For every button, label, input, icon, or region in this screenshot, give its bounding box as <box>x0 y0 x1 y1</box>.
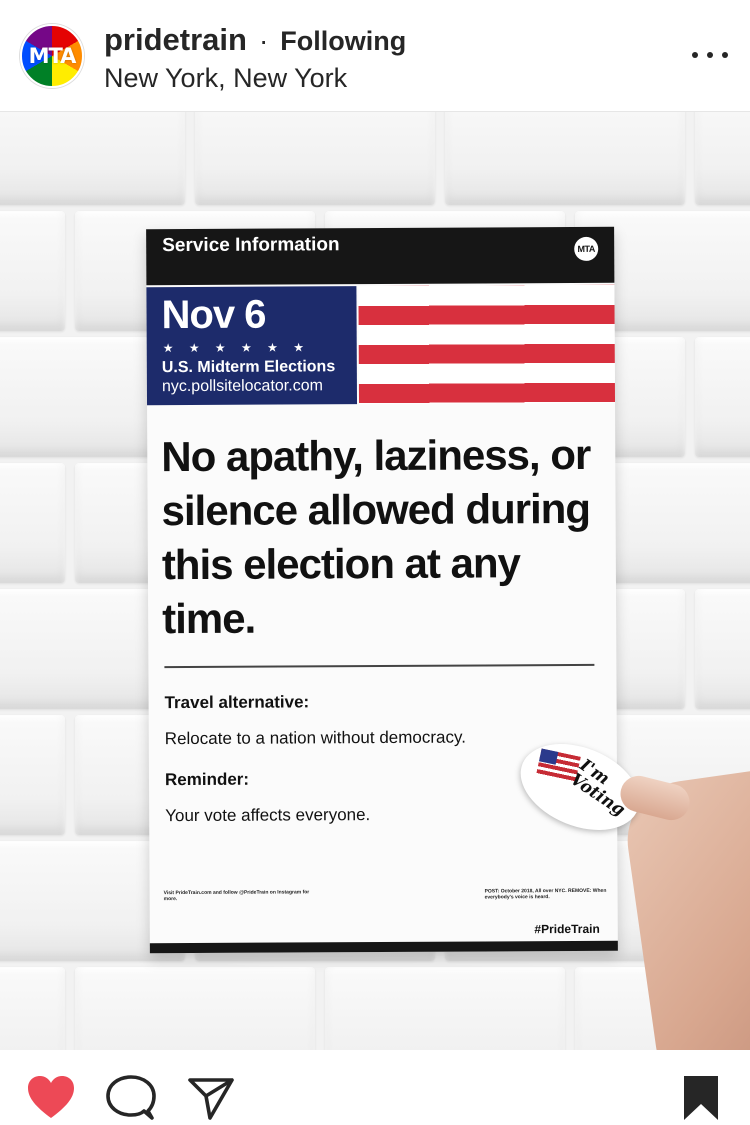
wall-tile <box>0 463 65 583</box>
post-photo[interactable]: Service Information MTA Nov 6 ★ ★ ★ ★ ★ … <box>0 112 750 1050</box>
paper-plane-icon[interactable] <box>186 1074 236 1122</box>
poster-url: nyc.pollsitelocator.com <box>161 377 323 396</box>
wall-tile <box>695 589 750 709</box>
poster-fine-print-left: Visit PrideTrain.com and follow @PrideTr… <box>163 889 310 903</box>
username-link[interactable]: pridetrain <box>104 22 247 58</box>
poster-fine-print-right: POST: October 2018, All over NYC. REMOVE… <box>484 887 607 901</box>
wall-tile <box>0 112 185 205</box>
avatar[interactable]: MTA <box>20 24 84 88</box>
wall-tile-row <box>0 964 750 1050</box>
poster-hashtag: #PrideTrain <box>534 921 600 937</box>
stars-row: ★ ★ ★ ★ ★ ★ <box>162 340 310 356</box>
bookmark <box>684 1076 718 1120</box>
election-poster: Service Information MTA Nov 6 ★ ★ ★ ★ ★ … <box>146 226 618 954</box>
more-dot <box>707 52 713 58</box>
action-bar <box>0 1050 750 1125</box>
poster-headline: No apathy, laziness, or silence allowed … <box>161 430 591 643</box>
more-options-icon[interactable] <box>692 40 728 70</box>
location-link[interactable]: New York, New York <box>104 63 347 94</box>
poster-date-block: Nov 6 ★ ★ ★ ★ ★ ★ U.S. Midterm Elections… <box>146 286 358 406</box>
more-dot <box>722 52 728 58</box>
flag-stripes <box>358 284 616 405</box>
poster-divider <box>164 663 595 669</box>
following-button[interactable]: Following <box>280 26 406 57</box>
heart-icon[interactable] <box>26 1074 76 1122</box>
travel-alternative-text: Relocate to a nation without democracy. <box>164 727 466 749</box>
mta-logo-icon: MTA <box>574 236 599 261</box>
comment-bubble-icon[interactable] <box>106 1074 156 1122</box>
poster-top-bar: Service Information MTA <box>146 226 615 286</box>
wall-tile <box>195 112 435 205</box>
reminder-label: Reminder: <box>164 769 250 790</box>
travel-alternative-label: Travel alternative: <box>164 692 310 713</box>
wall-tile <box>75 967 315 1050</box>
avatar-logo-text: MTA <box>28 44 77 68</box>
wall-tile <box>0 715 65 835</box>
wall-tile <box>0 211 65 331</box>
post-header: MTA pridetrain · Following New York, New… <box>0 0 750 112</box>
wall-tile <box>325 967 565 1050</box>
wall-tile <box>0 967 65 1050</box>
wall-tile <box>695 112 750 205</box>
reminder-text: Your vote affects everyone. <box>165 805 371 826</box>
like-heart <box>28 1076 74 1118</box>
poster-date: Nov 6 <box>161 292 266 338</box>
bookmark-icon[interactable] <box>676 1074 726 1122</box>
wall-tile <box>695 337 750 457</box>
more-dot <box>692 52 698 58</box>
separator-dot: · <box>258 25 269 56</box>
poster-election: U.S. Midterm Elections <box>161 358 336 377</box>
wall-tile-row <box>0 112 750 208</box>
post-header-title: pridetrain · Following <box>104 22 406 58</box>
wall-tile <box>445 112 685 205</box>
service-information-label: Service Information <box>162 234 340 257</box>
comment-bubble <box>106 1075 156 1120</box>
paper-plane <box>188 1078 234 1120</box>
